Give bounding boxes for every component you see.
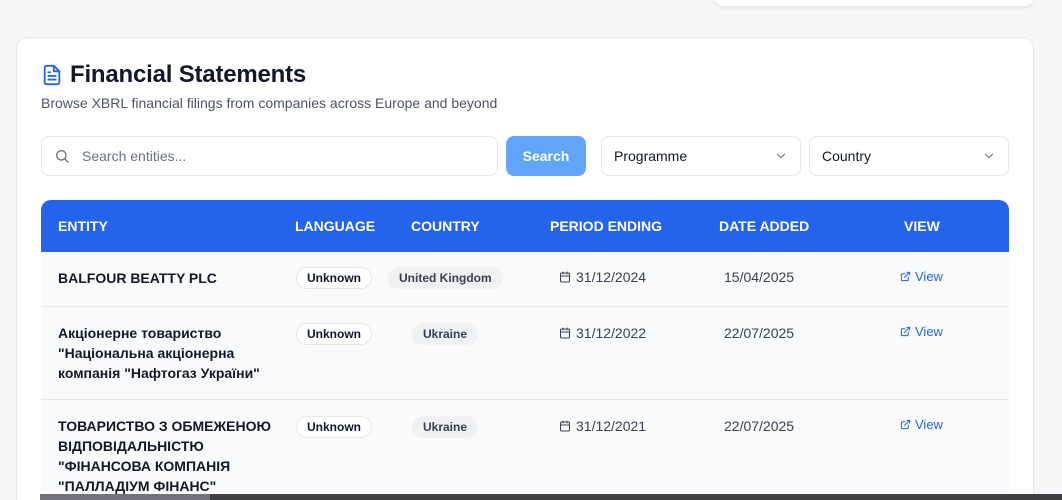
- language-badge: Unknown: [296, 323, 372, 345]
- page-title: Financial Statements: [70, 61, 307, 88]
- period-ending: 31/12/2022: [559, 325, 646, 341]
- date-added: 22/07/2025: [724, 418, 795, 434]
- view-link-label: View: [915, 269, 943, 284]
- external-link-icon: [900, 419, 911, 430]
- column-header-period-ending: PERIOD ENDING: [550, 218, 663, 234]
- column-header-date-added: DATE ADDED: [719, 218, 810, 234]
- entity-name: ТОВАРИСТВО З ОБМЕЖЕНОЮ ВІДПОВІДАЛЬНІСТЮ …: [58, 418, 271, 494]
- period-ending-value: 31/12/2021: [576, 418, 647, 434]
- language-badge: Unknown: [296, 416, 372, 438]
- country-badge: Ukraine: [412, 416, 479, 438]
- programme-select[interactable]: Programme: [601, 136, 801, 176]
- period-ending-value: 31/12/2024: [576, 269, 647, 285]
- view-link-label: View: [915, 417, 943, 432]
- chevron-down-icon: [776, 153, 786, 159]
- search-icon: [56, 150, 69, 163]
- document-icon: [43, 64, 61, 86]
- date-added: 15/04/2025: [724, 269, 795, 285]
- language-badge: Unknown: [296, 267, 372, 289]
- view-link[interactable]: View: [900, 417, 943, 432]
- search-button[interactable]: Search: [506, 136, 586, 176]
- period-ending: 31/12/2021: [559, 418, 646, 434]
- search-box[interactable]: [41, 136, 498, 176]
- search-input[interactable]: [82, 148, 482, 164]
- view-link-label: View: [915, 324, 943, 339]
- country-select[interactable]: Country: [809, 136, 1009, 176]
- table-header: ENTITY LANGUAGE COUNTRY PERIOD ENDING DA…: [41, 200, 1009, 252]
- programme-select-label: Programme: [614, 148, 688, 164]
- calendar-icon: [560, 271, 570, 283]
- view-link[interactable]: View: [900, 324, 943, 339]
- country-select-label: Country: [822, 148, 872, 164]
- chevron-down-icon: [984, 153, 994, 159]
- table-row: Акціонерне товариство "Національна акціо…: [41, 307, 1009, 400]
- period-ending: 31/12/2024: [559, 269, 646, 285]
- column-header-entity: ENTITY: [58, 218, 108, 234]
- top-popover: [714, 0, 1034, 6]
- calendar-icon: [560, 327, 570, 339]
- table-row: BALFOUR BEATTY PLC Unknown United Kingdo…: [41, 252, 1009, 307]
- column-header-country: COUNTRY: [411, 218, 480, 234]
- title-row: Financial Statements: [41, 61, 306, 89]
- scrollbar-thumb[interactable]: [40, 494, 210, 500]
- table-row: ТОВАРИСТВО З ОБМЕЖЕНОЮ ВІДПОВІДАЛЬНІСТЮ …: [41, 400, 1009, 500]
- external-link-icon: [900, 326, 911, 337]
- external-link-icon: [900, 271, 911, 282]
- country-badge: Ukraine: [412, 323, 479, 345]
- country-badge: United Kingdom: [388, 267, 503, 289]
- column-header-view: VIEW: [904, 218, 940, 234]
- entity-name: BALFOUR BEATTY PLC: [58, 270, 217, 286]
- horizontal-scrollbar[interactable]: [40, 494, 1062, 500]
- financial-statements-card: Financial Statements Browse XBRL financi…: [16, 37, 1034, 500]
- entity-name: Акціонерне товариство "Національна акціо…: [58, 325, 260, 381]
- column-header-language: LANGUAGE: [295, 218, 376, 234]
- date-added: 22/07/2025: [724, 325, 795, 341]
- filings-table: ENTITY LANGUAGE COUNTRY PERIOD ENDING DA…: [41, 200, 1009, 500]
- calendar-icon: [560, 420, 570, 432]
- view-link[interactable]: View: [900, 269, 943, 284]
- page-subtitle: Browse XBRL financial filings from compa…: [41, 95, 498, 111]
- period-ending-value: 31/12/2022: [576, 325, 647, 341]
